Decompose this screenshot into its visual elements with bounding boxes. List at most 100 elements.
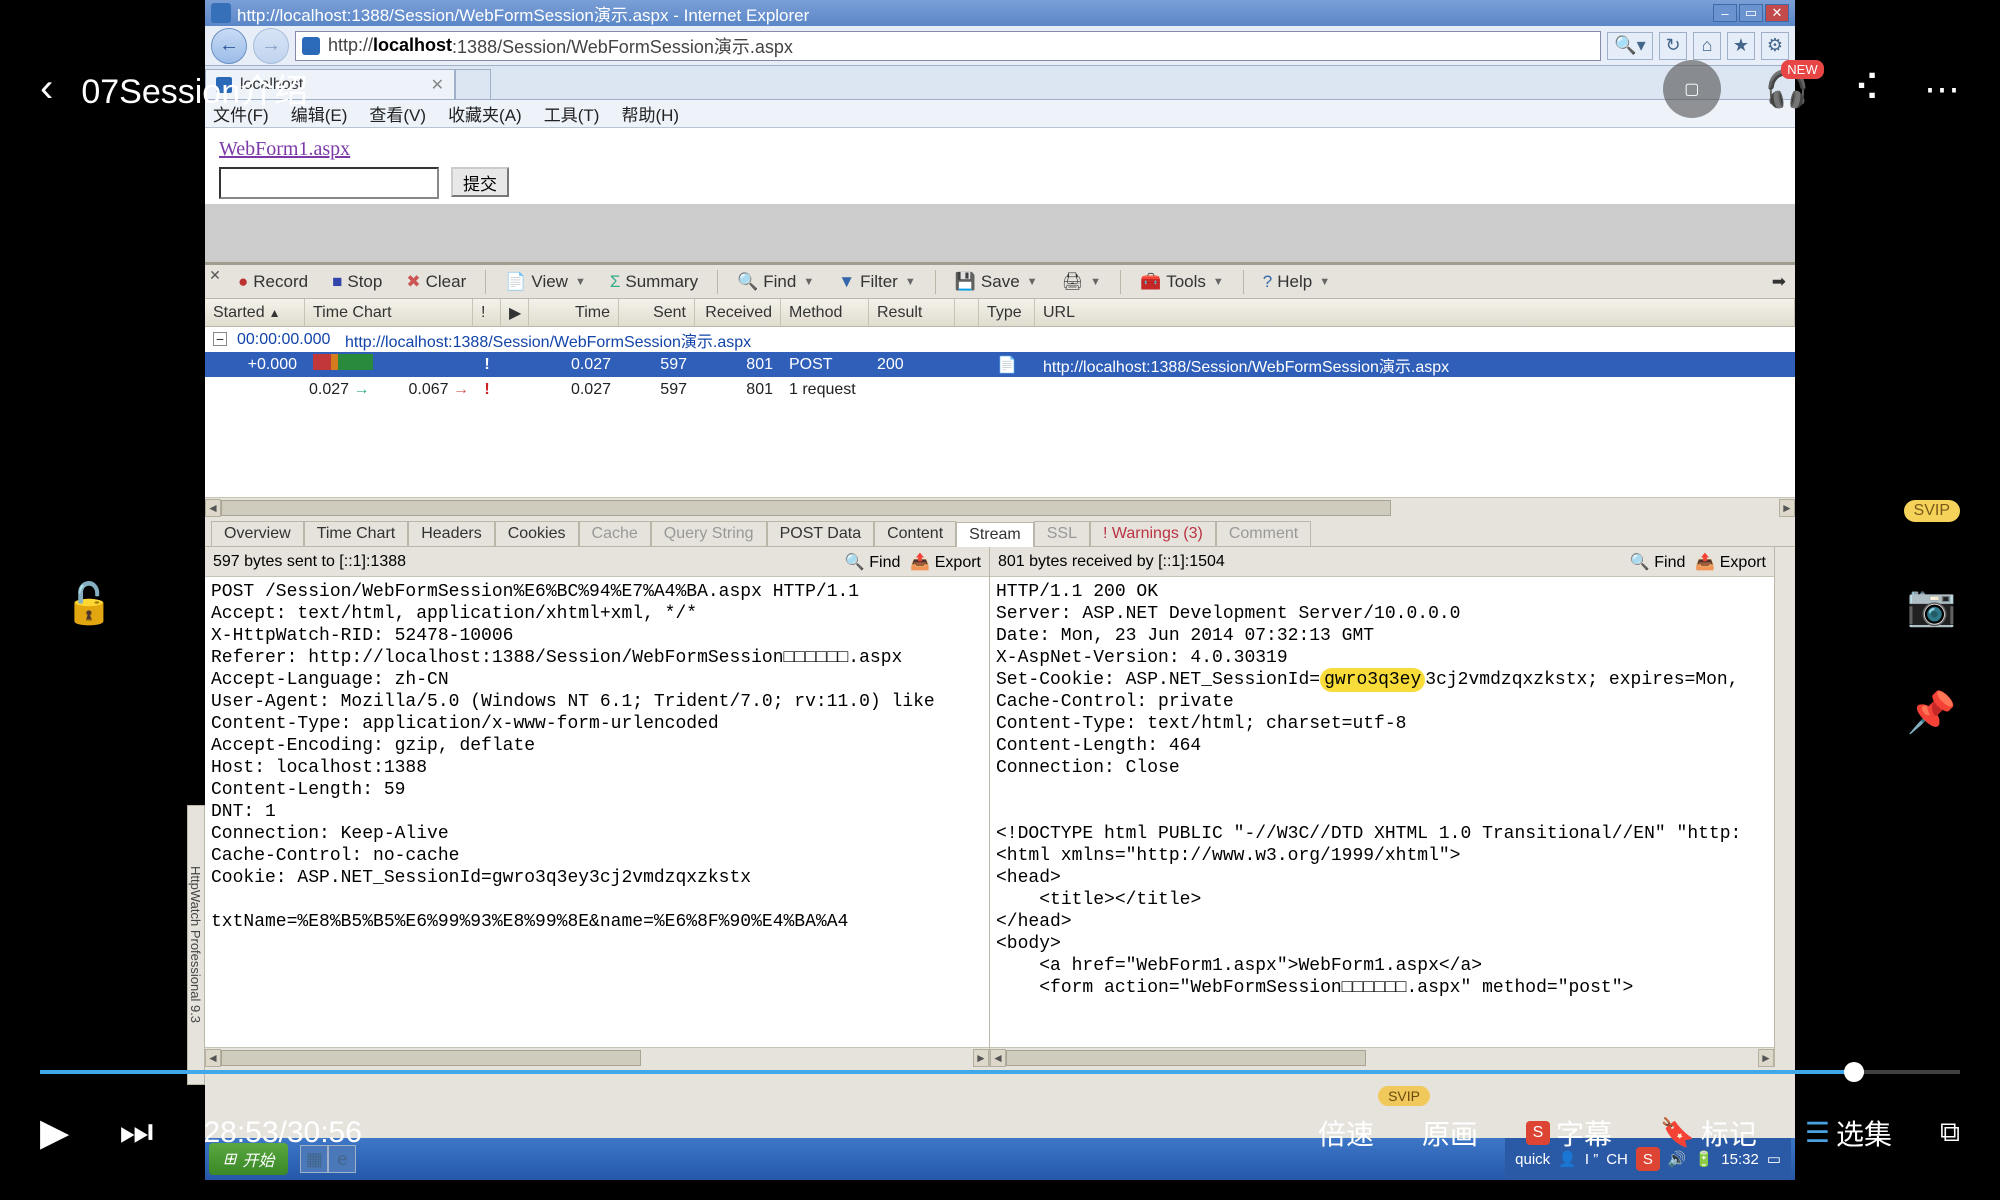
pane-export-button[interactable]: 📤 Export bbox=[1695, 552, 1766, 572]
pane-export-button[interactable]: 📤 Export bbox=[910, 552, 981, 572]
col-sent[interactable]: Sent bbox=[619, 299, 695, 326]
ie-tab-strip: localhost ✕ bbox=[205, 66, 1795, 100]
url-input[interactable]: http://localhost:1388/Session/WebFormSes… bbox=[295, 31, 1601, 61]
detail-tab-overview[interactable]: Overview bbox=[211, 521, 304, 546]
detail-tab-post-data[interactable]: POST Data bbox=[767, 521, 875, 546]
stop-button[interactable]: ■Stop bbox=[323, 269, 391, 295]
col-type[interactable]: Type bbox=[979, 299, 1035, 326]
help-button[interactable]: ?Help▼ bbox=[1254, 269, 1339, 295]
menu-favorites[interactable]: 收藏夹(A) bbox=[448, 101, 522, 126]
menu-view[interactable]: 查看(V) bbox=[369, 101, 426, 126]
minimize-button[interactable]: – bbox=[1713, 4, 1737, 22]
ie-logo-icon bbox=[211, 3, 231, 23]
submit-button[interactable]: 提交 bbox=[451, 167, 509, 197]
favorites-button[interactable]: ★ bbox=[1727, 32, 1755, 60]
home-button[interactable]: ⌂ bbox=[1693, 32, 1721, 60]
find-button[interactable]: 🔍Find▼ bbox=[728, 269, 823, 295]
detail-tab-headers[interactable]: Headers bbox=[408, 521, 494, 546]
lock-icon[interactable]: 🔓 bbox=[64, 580, 114, 627]
col-started[interactable]: Started ▲ bbox=[205, 299, 305, 326]
detail-tab-time-chart[interactable]: Time Chart bbox=[304, 521, 409, 546]
next-icon[interactable]: ⏭ bbox=[119, 1111, 153, 1154]
detail-tab-stream[interactable]: Stream bbox=[956, 522, 1034, 547]
detail-tab-comment[interactable]: Comment bbox=[1216, 521, 1311, 546]
new-tab-button[interactable] bbox=[455, 69, 491, 99]
httpwatch-side-tab[interactable]: HttpWatch Professional 9.3 bbox=[187, 805, 205, 1085]
player-back-icon[interactable]: ‹ bbox=[40, 66, 53, 111]
request-hscroll[interactable]: ◄► bbox=[205, 1047, 989, 1067]
grid-page-row[interactable]: − 00:00:00.000 http://localhost:1388/Ses… bbox=[205, 327, 1795, 352]
quality-button[interactable]: 原画 bbox=[1422, 1113, 1478, 1153]
menu-file[interactable]: 文件(F) bbox=[213, 101, 269, 126]
detail-tab--warnings-[interactable]: ! Warnings (3) bbox=[1090, 521, 1216, 546]
playlist-button[interactable]: ☰选集 bbox=[1805, 1113, 1892, 1153]
export-icon[interactable]: ➡ bbox=[1763, 269, 1795, 295]
search-icon[interactable]: 🔍▾ bbox=[1607, 32, 1653, 60]
menu-tools[interactable]: 工具(T) bbox=[544, 101, 600, 126]
detail-tab-query-string[interactable]: Query String bbox=[651, 521, 767, 546]
record-button[interactable]: ●Record bbox=[229, 269, 317, 295]
svip-badge: SVIP bbox=[1378, 1086, 1430, 1106]
forward-button[interactable]: → bbox=[253, 28, 289, 64]
progress-knob[interactable] bbox=[1844, 1062, 1864, 1082]
view-button[interactable]: 📄View▼ bbox=[496, 269, 595, 295]
panel-close-icon[interactable]: ✕ bbox=[207, 267, 223, 283]
progress-fill bbox=[40, 1070, 1864, 1074]
text-input[interactable] bbox=[219, 167, 439, 199]
more-icon[interactable]: ⋯ bbox=[1924, 68, 1960, 110]
response-hscroll[interactable]: ◄► bbox=[990, 1047, 1774, 1067]
grid-hscroll[interactable]: ◄► bbox=[205, 497, 1795, 517]
bookmark-button[interactable]: 🔖标记 bbox=[1660, 1113, 1757, 1153]
webform-link[interactable]: WebForm1.aspx bbox=[219, 138, 350, 160]
summary-button[interactable]: ΣSummary bbox=[601, 269, 707, 295]
grid-request-row[interactable]: +0.000 ! 0.027 597 801 POST 200 📄 http:/… bbox=[205, 352, 1795, 377]
ie-address-bar: ← → http://localhost:1388/Session/WebFor… bbox=[205, 26, 1795, 66]
col-timechart[interactable]: Time Chart bbox=[305, 299, 473, 326]
detail-tab-cookies[interactable]: Cookies bbox=[495, 521, 579, 546]
grid-summary-row[interactable]: 0.027 → 0.067 → ! 0.027 597 801 1 reques… bbox=[205, 377, 1795, 402]
col-time[interactable]: Time bbox=[529, 299, 619, 326]
save-button[interactable]: 💾Save▼ bbox=[946, 269, 1047, 295]
request-text[interactable]: POST /Session/WebFormSession%E6%BC%94%E7… bbox=[205, 577, 989, 1047]
pane-find-button[interactable]: 🔍 Find bbox=[845, 552, 901, 572]
col-method[interactable]: Method bbox=[781, 299, 869, 326]
detail-tab-content[interactable]: Content bbox=[874, 521, 956, 546]
browser-tab[interactable]: localhost ✕ bbox=[205, 69, 455, 99]
pane-find-button[interactable]: 🔍 Find bbox=[1630, 552, 1686, 572]
play-icon[interactable]: ▶ bbox=[40, 1110, 69, 1155]
maximize-button[interactable]: ▭ bbox=[1739, 4, 1763, 22]
doc-type-icon: 📄 bbox=[979, 355, 1035, 375]
response-text[interactable]: HTTP/1.1 200 OK Server: ASP.NET Developm… bbox=[990, 577, 1774, 1047]
menu-help[interactable]: 帮助(H) bbox=[621, 101, 679, 126]
tools-button[interactable]: 🧰Tools▼ bbox=[1131, 269, 1233, 295]
collapse-icon[interactable]: − bbox=[213, 332, 227, 346]
refresh-button[interactable]: ↻ bbox=[1659, 32, 1687, 60]
filter-button[interactable]: ▼Filter▼ bbox=[829, 269, 925, 295]
detail-tab-ssl[interactable]: SSL bbox=[1034, 521, 1090, 546]
menu-edit[interactable]: 编辑(E) bbox=[291, 101, 348, 126]
detail-tab-cache[interactable]: Cache bbox=[579, 521, 651, 546]
col-received[interactable]: Received bbox=[695, 299, 781, 326]
svip-tag[interactable]: SVIP bbox=[1904, 500, 1960, 522]
print-button[interactable]: 🖨▼ bbox=[1053, 269, 1110, 295]
camera-icon[interactable]: 📷 bbox=[1907, 582, 1957, 629]
subtitle-button[interactable]: S字幕 bbox=[1526, 1113, 1612, 1153]
col-result[interactable]: Result bbox=[869, 299, 955, 326]
col-flag[interactable]: ▶ bbox=[501, 299, 529, 326]
col-url[interactable]: URL bbox=[1035, 299, 1795, 326]
grid-body: − 00:00:00.000 http://localhost:1388/Ses… bbox=[205, 327, 1795, 497]
response-vscroll[interactable] bbox=[1775, 547, 1795, 1067]
pip-icon[interactable]: ⧉ bbox=[1940, 1116, 1960, 1149]
col-warn[interactable]: ! bbox=[473, 299, 501, 326]
tab-close-icon[interactable]: ✕ bbox=[431, 75, 444, 95]
clear-button[interactable]: ✖Clear bbox=[397, 269, 475, 295]
close-button[interactable]: ✕ bbox=[1765, 4, 1789, 22]
progress-bar[interactable] bbox=[40, 1070, 1960, 1074]
share-icon[interactable]: ⠪ bbox=[1854, 68, 1880, 110]
back-button[interactable]: ← bbox=[211, 28, 247, 64]
ie-title-bar: http://localhost:1388/Session/WebFormSes… bbox=[205, 0, 1795, 26]
pin-icon[interactable]: 📌 bbox=[1907, 689, 1957, 736]
speed-button[interactable]: 倍速 bbox=[1318, 1113, 1374, 1153]
gear-icon[interactable]: ⚙ bbox=[1761, 32, 1789, 60]
page-content: WebForm1.aspx 提交 bbox=[205, 128, 1795, 204]
